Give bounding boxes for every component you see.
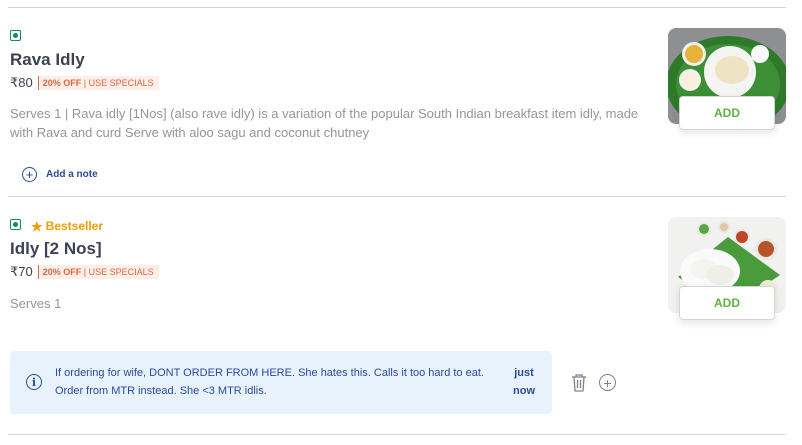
offer-text: | USE SPECIALS — [83, 267, 154, 277]
offer-badge: 20% OFF | USE SPECIALS — [37, 76, 159, 90]
veg-indicator-icon — [10, 30, 21, 41]
item-name: Rava Idly — [10, 50, 85, 69]
price-row: ₹70 20% OFF | USE SPECIALS — [10, 264, 159, 280]
add-note-label: Add a note — [46, 169, 98, 180]
item-divider — [8, 196, 786, 197]
add-button[interactable]: ADD — [679, 96, 775, 130]
offer-percent: 20% OFF — [42, 267, 82, 277]
veg-indicator-icon — [10, 219, 21, 230]
trash-icon[interactable] — [571, 373, 587, 393]
top-divider — [8, 7, 786, 8]
offer-badge: 20% OFF | USE SPECIALS — [37, 265, 159, 279]
star-icon: ★ — [31, 218, 43, 234]
note-timestamp: just now — [513, 367, 535, 397]
item-description: Serves 1 — [10, 296, 62, 311]
plus-circle-icon: + — [22, 167, 37, 182]
note-text: If ordering for wife, DONT ORDER FROM HE… — [55, 367, 484, 397]
bottom-divider — [8, 434, 786, 435]
add-note-button[interactable]: + Add a note — [22, 167, 98, 182]
item-note[interactable]: i If ordering for wife, DONT ORDER FROM … — [10, 351, 552, 414]
item-name: Idly [2 Nos] — [10, 239, 102, 258]
bestseller-badge: ★ Bestseller — [31, 219, 103, 233]
item-description: Serves 1 | Rava idly [1Nos] (also rave i… — [10, 106, 639, 140]
item-price: ₹70 — [10, 264, 33, 279]
info-icon: i — [26, 374, 42, 390]
plus-circle-icon[interactable]: + — [599, 374, 616, 391]
offer-text: | USE SPECIALS — [83, 78, 154, 88]
offer-percent: 20% OFF — [42, 78, 82, 88]
bestseller-label: Bestseller — [45, 219, 104, 233]
price-row: ₹80 20% OFF | USE SPECIALS — [10, 75, 159, 91]
add-button[interactable]: ADD — [679, 286, 775, 320]
item-price: ₹80 — [10, 75, 33, 90]
